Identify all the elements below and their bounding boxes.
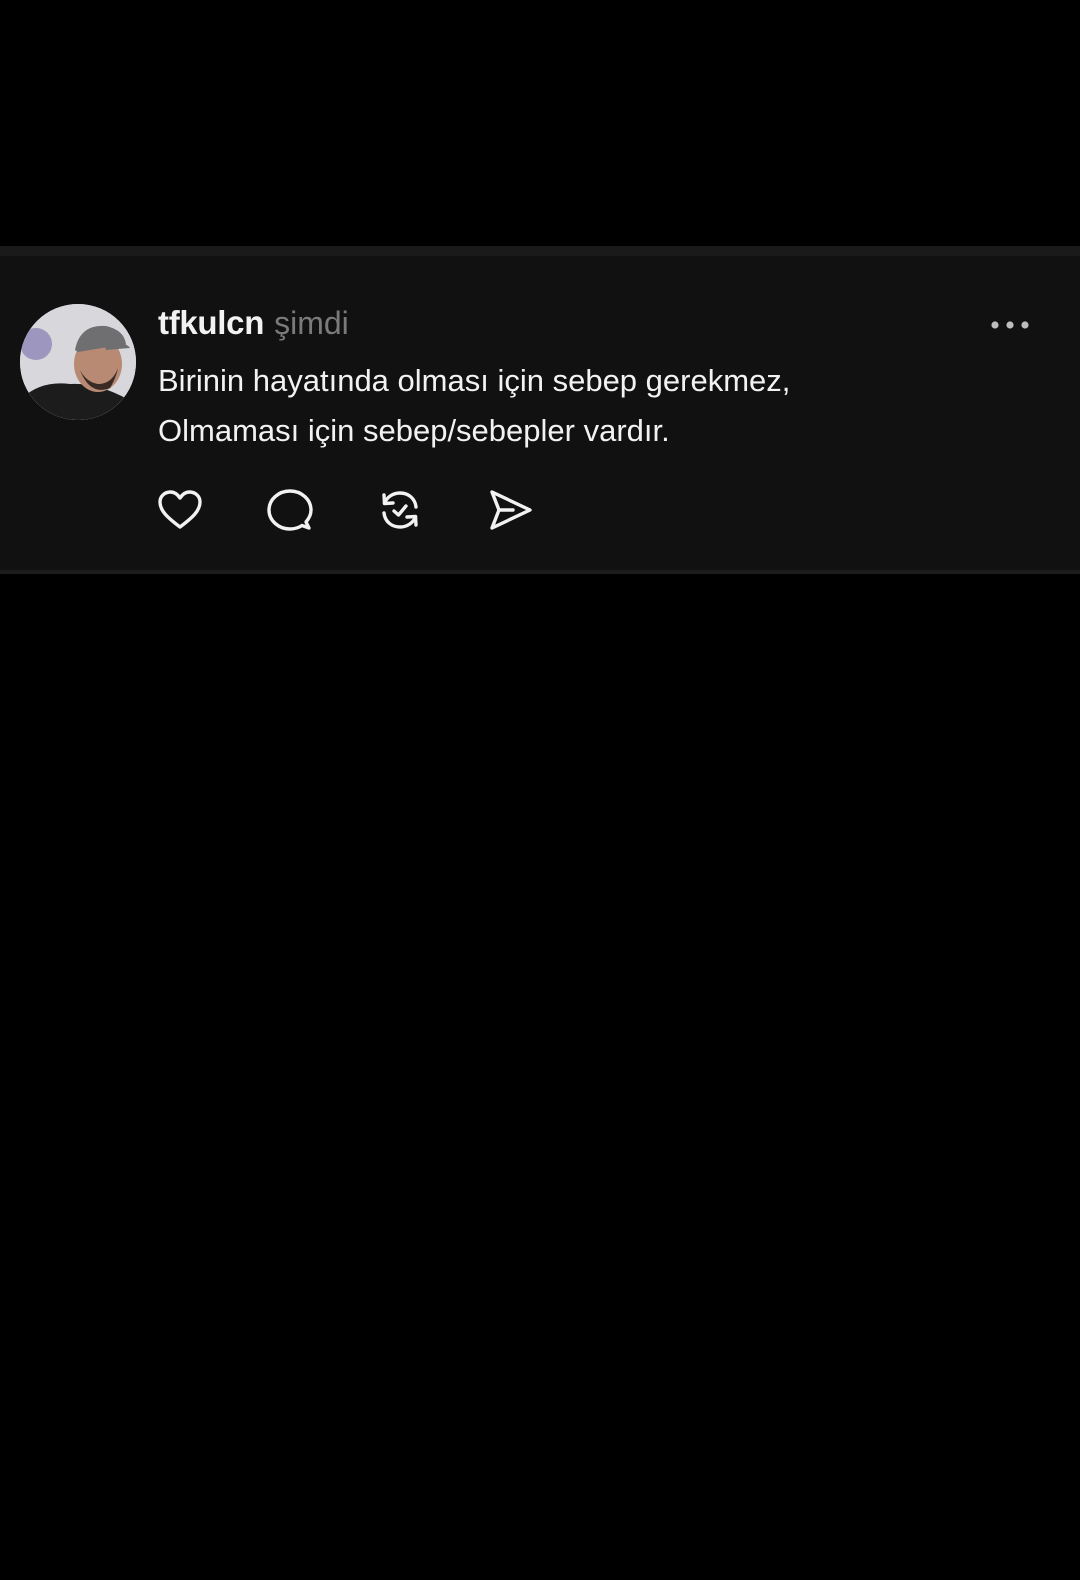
post-header: tfkulcn şimdi	[158, 304, 349, 342]
avatar[interactable]	[20, 304, 136, 420]
share-icon	[490, 490, 532, 530]
post-text: Birinin hayatında olması için sebep gere…	[158, 356, 1038, 456]
comment-button[interactable]	[266, 486, 314, 534]
more-horizontal-icon	[991, 321, 1029, 329]
more-options-button[interactable]	[980, 310, 1040, 340]
post-text-line: Birinin hayatında olması için sebep gere…	[158, 363, 791, 398]
repost-icon	[382, 491, 418, 529]
timestamp: şimdi	[274, 305, 349, 341]
post-text-line: Olmaması için sebep/sebepler vardır.	[158, 413, 670, 448]
post-actions	[156, 486, 534, 534]
like-button[interactable]	[156, 486, 204, 534]
heart-icon	[158, 490, 202, 529]
post-card[interactable]: tfkulcn şimdi Birinin hayatında olması i…	[0, 246, 1080, 574]
repost-button[interactable]	[376, 486, 424, 534]
username[interactable]: tfkulcn	[158, 304, 264, 342]
share-button[interactable]	[486, 486, 534, 534]
app-screen: tfkulcn şimdi Birinin hayatında olması i…	[0, 0, 1080, 1580]
comment-icon	[267, 489, 313, 531]
